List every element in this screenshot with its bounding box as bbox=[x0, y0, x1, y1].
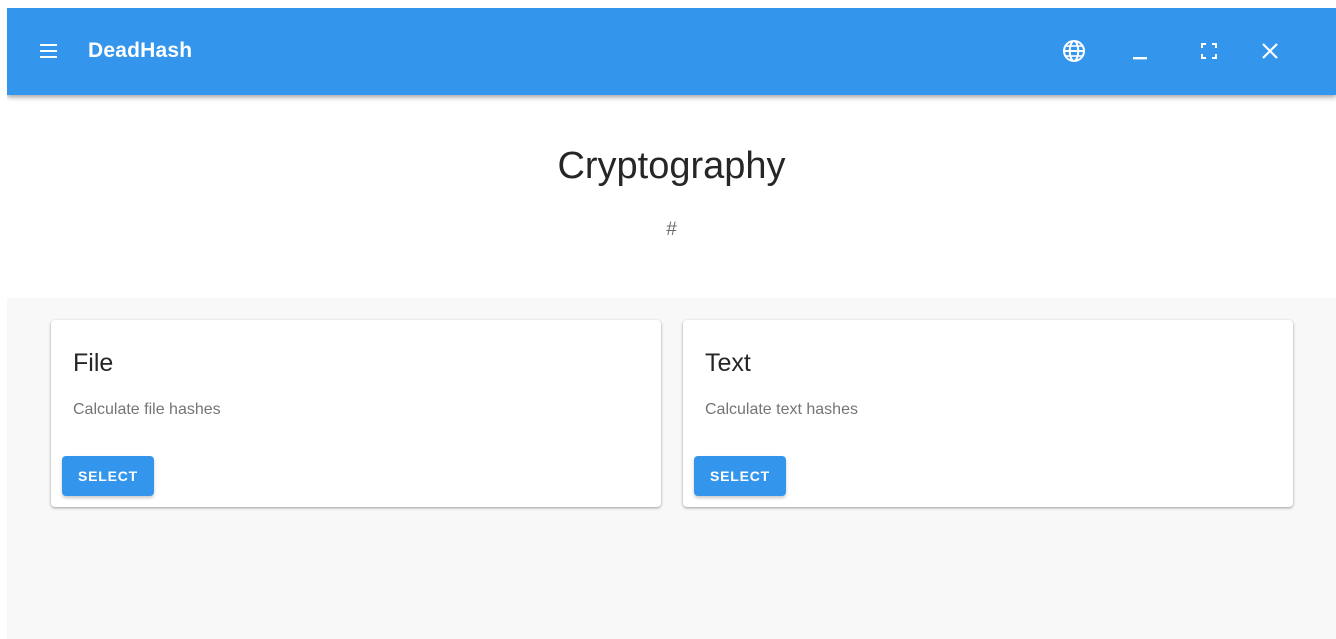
close-icon bbox=[1262, 43, 1278, 59]
close-button[interactable] bbox=[1254, 35, 1286, 67]
fullscreen-button[interactable] bbox=[1193, 35, 1225, 67]
content-area: File Calculate file hashes SELECT Text C… bbox=[7, 298, 1336, 639]
card-description: Calculate text hashes bbox=[705, 401, 858, 418]
fullscreen-icon bbox=[1201, 43, 1217, 59]
text-card: Text Calculate text hashes SELECT bbox=[683, 320, 1293, 507]
select-text-button[interactable]: SELECT bbox=[694, 456, 786, 496]
card-title: Text bbox=[705, 349, 751, 377]
page-subtitle: # bbox=[666, 219, 677, 240]
language-button[interactable] bbox=[1058, 35, 1090, 67]
minimize-button[interactable] bbox=[1124, 35, 1156, 67]
file-card: File Calculate file hashes SELECT bbox=[51, 320, 661, 507]
card-description: Calculate file hashes bbox=[73, 401, 221, 418]
app-bar: DeadHash bbox=[7, 8, 1336, 95]
page-title: Cryptography bbox=[557, 145, 786, 187]
select-file-button[interactable]: SELECT bbox=[62, 456, 154, 496]
app-window: DeadHash Cryptography # File Calculate f… bbox=[7, 8, 1336, 639]
app-title: DeadHash bbox=[88, 39, 193, 62]
minimize-icon bbox=[1133, 57, 1147, 60]
card-title: File bbox=[73, 349, 114, 377]
globe-icon bbox=[1063, 40, 1085, 62]
page-header: Cryptography # bbox=[7, 95, 1336, 298]
hamburger-menu-icon bbox=[40, 44, 57, 58]
menu-button[interactable] bbox=[37, 36, 67, 66]
